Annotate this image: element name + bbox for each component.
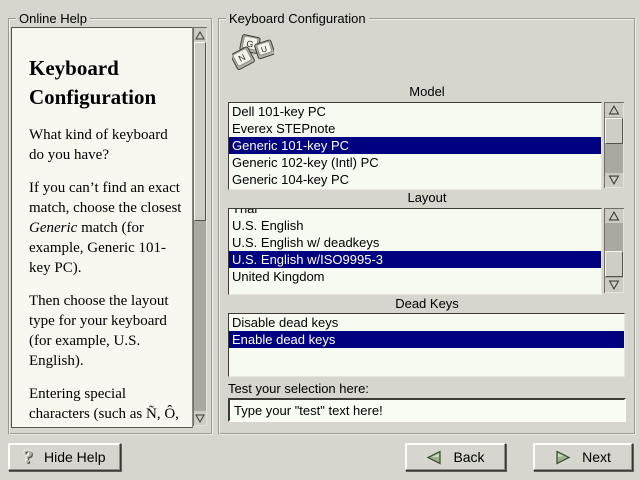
list-item[interactable]: Enable dead keys — [229, 331, 624, 348]
help-text: Keyboard Configuration What kind of keyb… — [12, 28, 192, 428]
help-scrollbar[interactable] — [193, 27, 207, 426]
layout-scrollbar-thumb[interactable] — [605, 251, 623, 277]
online-help-frame-label: Online Help — [16, 11, 90, 26]
list-item[interactable]: Generic 104-key PC — [229, 171, 601, 188]
model-label: Model — [220, 84, 634, 99]
hide-help-button[interactable]: ? Hide Help — [8, 443, 121, 471]
layout-label: Layout — [220, 190, 634, 205]
help-paragraph: Entering special characters (such as Ñ, … — [29, 384, 186, 428]
model-scrollbar-thumb[interactable] — [605, 118, 623, 144]
back-button-label: Back — [453, 449, 484, 465]
help-paragraphs: What kind of keyboard do you have? If you… — [29, 125, 186, 428]
list-item[interactable]: Generic 101-key PC — [229, 137, 601, 154]
hide-help-button-label: Hide Help — [44, 449, 105, 465]
scroll-up-icon[interactable] — [194, 28, 206, 42]
keyboard-keys-icon: G U N — [232, 33, 274, 71]
help-heading: Keyboard Configuration — [29, 54, 186, 112]
model-list[interactable]: Dell 101-key PCEverex STEPnoteGeneric 10… — [228, 102, 602, 190]
next-arrow-icon — [555, 450, 571, 465]
list-item[interactable]: U.S. English — [229, 217, 601, 234]
list-item[interactable]: U.S. English w/ deadkeys — [229, 234, 601, 251]
list-item[interactable]: Thai — [229, 208, 601, 217]
dead-keys-list[interactable]: Disable dead keysEnable dead keys — [228, 313, 625, 377]
layout-list[interactable]: ThaiU.S. EnglishU.S. English w/ deadkeys… — [228, 208, 602, 295]
scroll-up-icon[interactable] — [605, 209, 623, 223]
back-arrow-icon — [426, 450, 442, 465]
installer-window: { "colors": { "background": "#d6d6ce", "… — [0, 0, 640, 480]
list-item[interactable]: Dell 101-key PC — [229, 103, 601, 120]
model-scrollbar[interactable] — [604, 102, 624, 188]
next-button-label: Next — [582, 449, 611, 465]
help-content-area: Keyboard Configuration What kind of keyb… — [11, 27, 193, 428]
scroll-down-icon[interactable] — [605, 173, 623, 187]
next-button[interactable]: Next — [533, 443, 633, 471]
keyboard-configuration-frame: Keyboard Configuration G U N Model Dell … — [218, 18, 636, 435]
back-button[interactable]: Back — [405, 443, 506, 471]
list-item[interactable]: U.S. English w/ISO9995-3 — [229, 251, 601, 268]
help-paragraph: Then choose the layout type for your key… — [29, 291, 186, 371]
dead-keys-label: Dead Keys — [220, 296, 634, 311]
scroll-up-icon[interactable] — [605, 103, 623, 117]
list-item[interactable]: Generic 102-key (Intl) PC — [229, 154, 601, 171]
scroll-down-icon[interactable] — [194, 411, 206, 425]
layout-scrollbar[interactable] — [604, 208, 624, 293]
help-scrollbar-thumb[interactable] — [194, 42, 206, 221]
test-input[interactable] — [228, 398, 626, 422]
help-paragraph: What kind of keyboard do you have? — [29, 125, 186, 165]
online-help-frame: Online Help Keyboard Configuration What … — [8, 18, 213, 435]
question-mark-icon: ? — [24, 448, 34, 467]
list-item[interactable]: United Kingdom — [229, 268, 601, 285]
test-selection-label: Test your selection here: — [228, 381, 369, 396]
scroll-down-icon[interactable] — [605, 278, 623, 292]
keyboard-configuration-frame-label: Keyboard Configuration — [226, 11, 369, 26]
list-item[interactable]: Disable dead keys — [229, 314, 624, 331]
help-paragraph: If you can’t find an exact match, choose… — [29, 178, 186, 278]
list-item[interactable]: Everex STEPnote — [229, 120, 601, 137]
